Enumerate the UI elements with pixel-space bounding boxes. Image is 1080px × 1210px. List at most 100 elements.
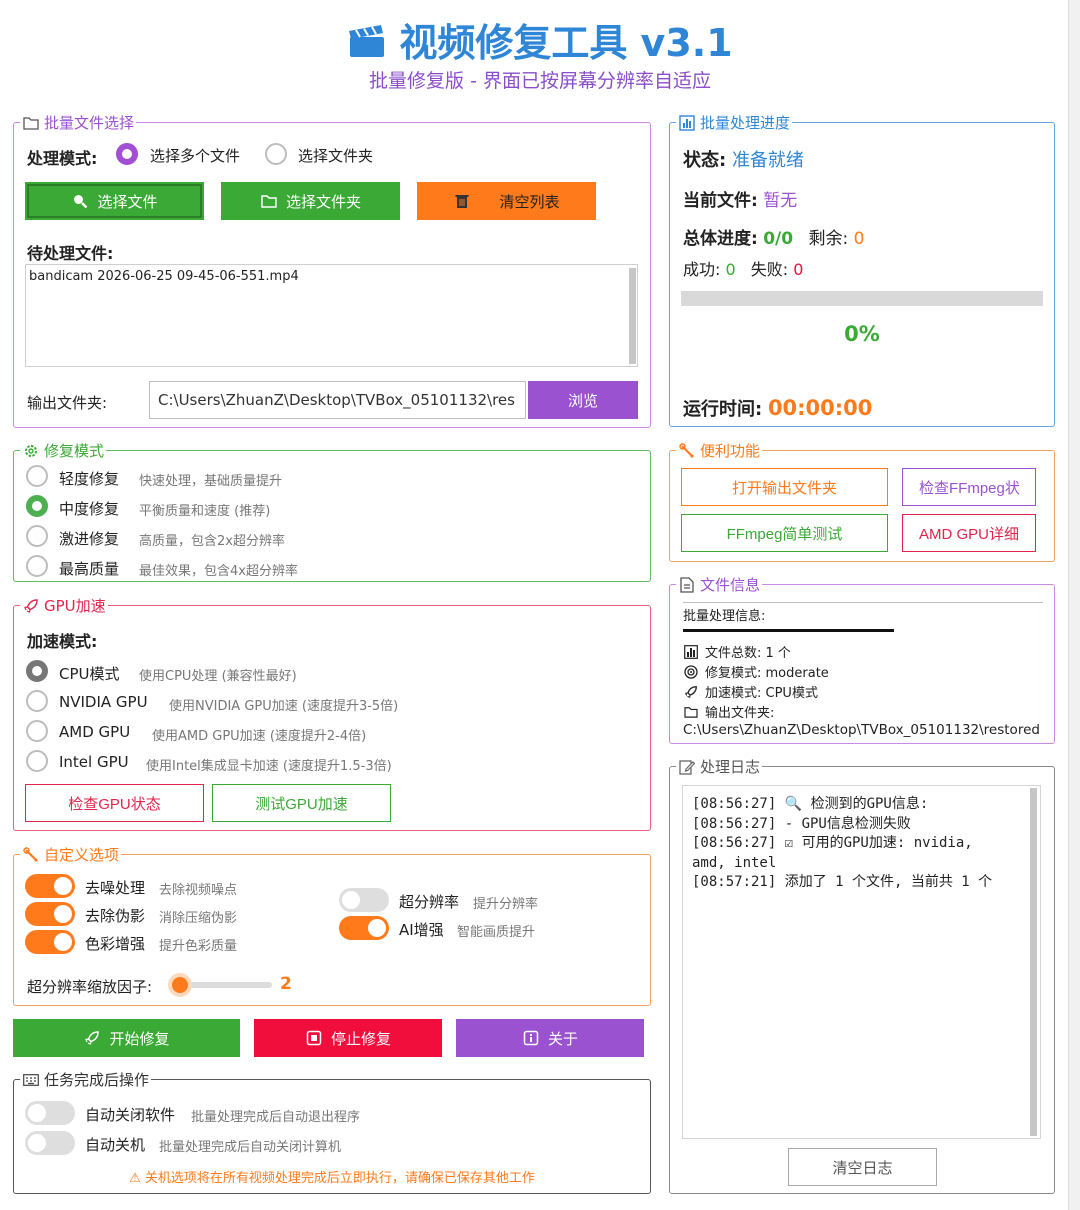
select-files-button[interactable]: 选择文件 bbox=[25, 182, 204, 220]
super-resolution-toggle[interactable] bbox=[339, 888, 389, 912]
total-progress-value: 0/0 bbox=[763, 229, 794, 249]
scale-factor-value: 2 bbox=[280, 974, 292, 994]
radio-multi-files-label[interactable]: 选择多个文件 bbox=[150, 145, 240, 166]
shutdown-warning: ⚠ 关机选项将在所有视频处理完成后立即执行，请确保已保存其他工作 bbox=[129, 1171, 535, 1186]
remaining-label: 剩余: bbox=[808, 229, 849, 249]
clear-log-button[interactable]: 清空日志 bbox=[788, 1148, 937, 1186]
amd-gpu-label[interactable]: AMD GPU bbox=[59, 723, 130, 741]
intel-gpu-label[interactable]: Intel GPU bbox=[59, 753, 129, 771]
progress-legend: 批量处理进度 bbox=[700, 114, 791, 132]
radio-amd-gpu[interactable] bbox=[26, 720, 48, 742]
runtime-row: 运行时间: 00:00:00 bbox=[683, 395, 872, 421]
about-button[interactable]: 关于 bbox=[456, 1019, 644, 1057]
info-output-path: C:\Users\ZhuanZ\Desktop\TVBox_05101132\r… bbox=[683, 722, 1040, 738]
nvidia-gpu-label[interactable]: NVIDIA GPU bbox=[59, 693, 148, 711]
select-folder-button[interactable]: 选择文件夹 bbox=[221, 182, 400, 220]
clapperboard-icon bbox=[347, 24, 387, 68]
ffmpeg-test-button[interactable]: FFmpeg简单测试 bbox=[681, 514, 888, 552]
auto-close-toggle[interactable] bbox=[25, 1101, 75, 1125]
check-gpu-status-button[interactable]: 检查GPU状态 bbox=[25, 784, 204, 822]
color-enhance-toggle[interactable] bbox=[25, 930, 75, 954]
log-scrollbar[interactable] bbox=[1030, 788, 1037, 1136]
process-mode-label: 处理模式: bbox=[27, 149, 98, 168]
aggressive-repair-desc: 高质量，包含2x超分辨率 bbox=[139, 534, 285, 549]
radio-max-quality[interactable] bbox=[26, 555, 48, 577]
total-progress-row: 总体进度: 0/0 剩余: 0 bbox=[683, 224, 864, 249]
ai-enhance-label: AI增强 bbox=[399, 921, 444, 939]
pending-files-label: 待处理文件: bbox=[27, 244, 114, 263]
radio-cpu-mode[interactable] bbox=[26, 660, 48, 682]
rocket-icon bbox=[22, 597, 40, 615]
moderate-repair-label[interactable]: 中度修复 bbox=[59, 498, 119, 519]
success-value: 0 bbox=[725, 260, 736, 279]
output-folder-input[interactable]: C:\Users\ZhuanZ\Desktop\TVBox_05101132\r… bbox=[149, 381, 526, 419]
folder-icon bbox=[22, 114, 40, 132]
ai-enhance-toggle[interactable] bbox=[339, 916, 389, 940]
intel-gpu-desc: 使用Intel集成显卡加速 (速度提升1.5-3倍) bbox=[146, 759, 392, 774]
radio-intel-gpu[interactable] bbox=[26, 750, 48, 772]
denoise-desc: 去除视频噪点 bbox=[159, 883, 238, 898]
open-output-folder-button[interactable]: 打开输出文件夹 bbox=[681, 468, 888, 506]
radio-aggressive-repair[interactable] bbox=[26, 525, 48, 547]
radio-moderate-repair[interactable] bbox=[26, 495, 48, 517]
log-line: [08:56:27] ☑ 可用的GPU加速: nvidia, bbox=[692, 835, 973, 851]
deartifact-toggle[interactable] bbox=[25, 902, 75, 926]
scale-factor-slider[interactable] bbox=[168, 972, 272, 998]
info-repair-mode: 修复模式: moderate bbox=[683, 662, 1040, 681]
custom-options-legend: 自定义选项 bbox=[44, 846, 120, 864]
log-content: [08:56:27] 🔍 检测到的GPU信息: [08:56:27] - GPU… bbox=[692, 795, 1022, 893]
status-label: 状态: bbox=[683, 150, 727, 171]
amd-gpu-detail-button[interactable]: AMD GPU详细 bbox=[902, 514, 1036, 552]
denoise-label: 去噪处理 bbox=[85, 879, 146, 897]
test-gpu-accel-button[interactable]: 测试GPU加速 bbox=[212, 784, 391, 822]
max-quality-label[interactable]: 最高质量 bbox=[59, 558, 119, 579]
log-line: [08:56:27] 🔍 检测到的GPU信息: bbox=[692, 796, 929, 812]
deartifact-desc: 消除压缩伪影 bbox=[159, 911, 238, 926]
gear-icon bbox=[22, 442, 40, 460]
runtime-label: 运行时间: bbox=[683, 399, 763, 420]
moderate-repair-desc: 平衡质量和速度 (推荐) bbox=[139, 504, 271, 519]
title-text: 视频修复工具 v3.1 bbox=[399, 21, 733, 65]
color-enhance-desc: 提升色彩质量 bbox=[159, 939, 238, 954]
pending-files-list[interactable]: bandicam 2026-06-25 09-45-06-551.mp4 bbox=[25, 264, 638, 367]
light-repair-label[interactable]: 轻度修复 bbox=[59, 468, 119, 489]
start-repair-button[interactable]: 开始修复 bbox=[13, 1019, 240, 1057]
slider-knob[interactable] bbox=[168, 973, 192, 997]
batch-file-legend: 批量文件选择 bbox=[44, 114, 135, 132]
bar-chart-icon bbox=[683, 644, 699, 660]
after-task-legend: 任务完成后操作 bbox=[44, 1071, 150, 1089]
radio-nvidia-gpu[interactable] bbox=[26, 690, 48, 712]
browse-button[interactable]: 浏览 bbox=[528, 381, 638, 419]
app-title: 视频修复工具 v3.1 bbox=[0, 12, 1080, 68]
trash-icon bbox=[453, 192, 471, 210]
info-output-folder: 输出文件夹: bbox=[683, 702, 1040, 721]
denoise-toggle[interactable] bbox=[25, 874, 75, 898]
cpu-mode-label[interactable]: CPU模式 bbox=[59, 663, 120, 684]
aggressive-repair-label[interactable]: 激进修复 bbox=[59, 528, 119, 549]
info-file-count: 文件总数: 1 个 bbox=[683, 642, 1040, 661]
stop-repair-button[interactable]: 停止修复 bbox=[254, 1019, 442, 1057]
wrench-icon bbox=[22, 846, 40, 864]
auto-shutdown-toggle[interactable] bbox=[25, 1131, 75, 1155]
log-line: [08:57:21] 添加了 1 个文件, 当前共 1 个 bbox=[692, 874, 993, 890]
success-label: 成功: bbox=[683, 260, 721, 279]
file-info-lines: 文件总数: 1 个 修复模式: moderate 加速模式: CPU模式 输出文… bbox=[683, 642, 1040, 738]
check-ffmpeg-button[interactable]: 检查FFmpeg状 bbox=[902, 468, 1036, 506]
radio-multi-files[interactable] bbox=[116, 143, 138, 165]
remaining-value: 0 bbox=[853, 229, 865, 249]
success-fail-row: 成功: 0 失败: 0 bbox=[683, 256, 803, 280]
rocket-icon bbox=[683, 684, 699, 700]
radio-folder[interactable] bbox=[265, 143, 287, 165]
target-icon bbox=[683, 664, 699, 680]
deartifact-label: 去除伪影 bbox=[85, 907, 146, 925]
pending-files-scrollbar[interactable] bbox=[629, 268, 636, 364]
cpu-mode-desc: 使用CPU处理 (兼容性最好) bbox=[139, 669, 297, 684]
radio-folder-label[interactable]: 选择文件夹 bbox=[298, 145, 373, 166]
clear-list-button[interactable]: 清空列表 bbox=[417, 182, 596, 220]
progress-bar bbox=[681, 291, 1043, 306]
log-line: [08:56:27] - GPU信息检测失败 bbox=[692, 815, 911, 832]
radio-light-repair[interactable] bbox=[26, 465, 48, 487]
file-info-underline bbox=[683, 629, 894, 632]
pending-file-item[interactable]: bandicam 2026-06-25 09-45-06-551.mp4 bbox=[29, 269, 634, 284]
window-scrollbar[interactable] bbox=[1068, 0, 1080, 1210]
